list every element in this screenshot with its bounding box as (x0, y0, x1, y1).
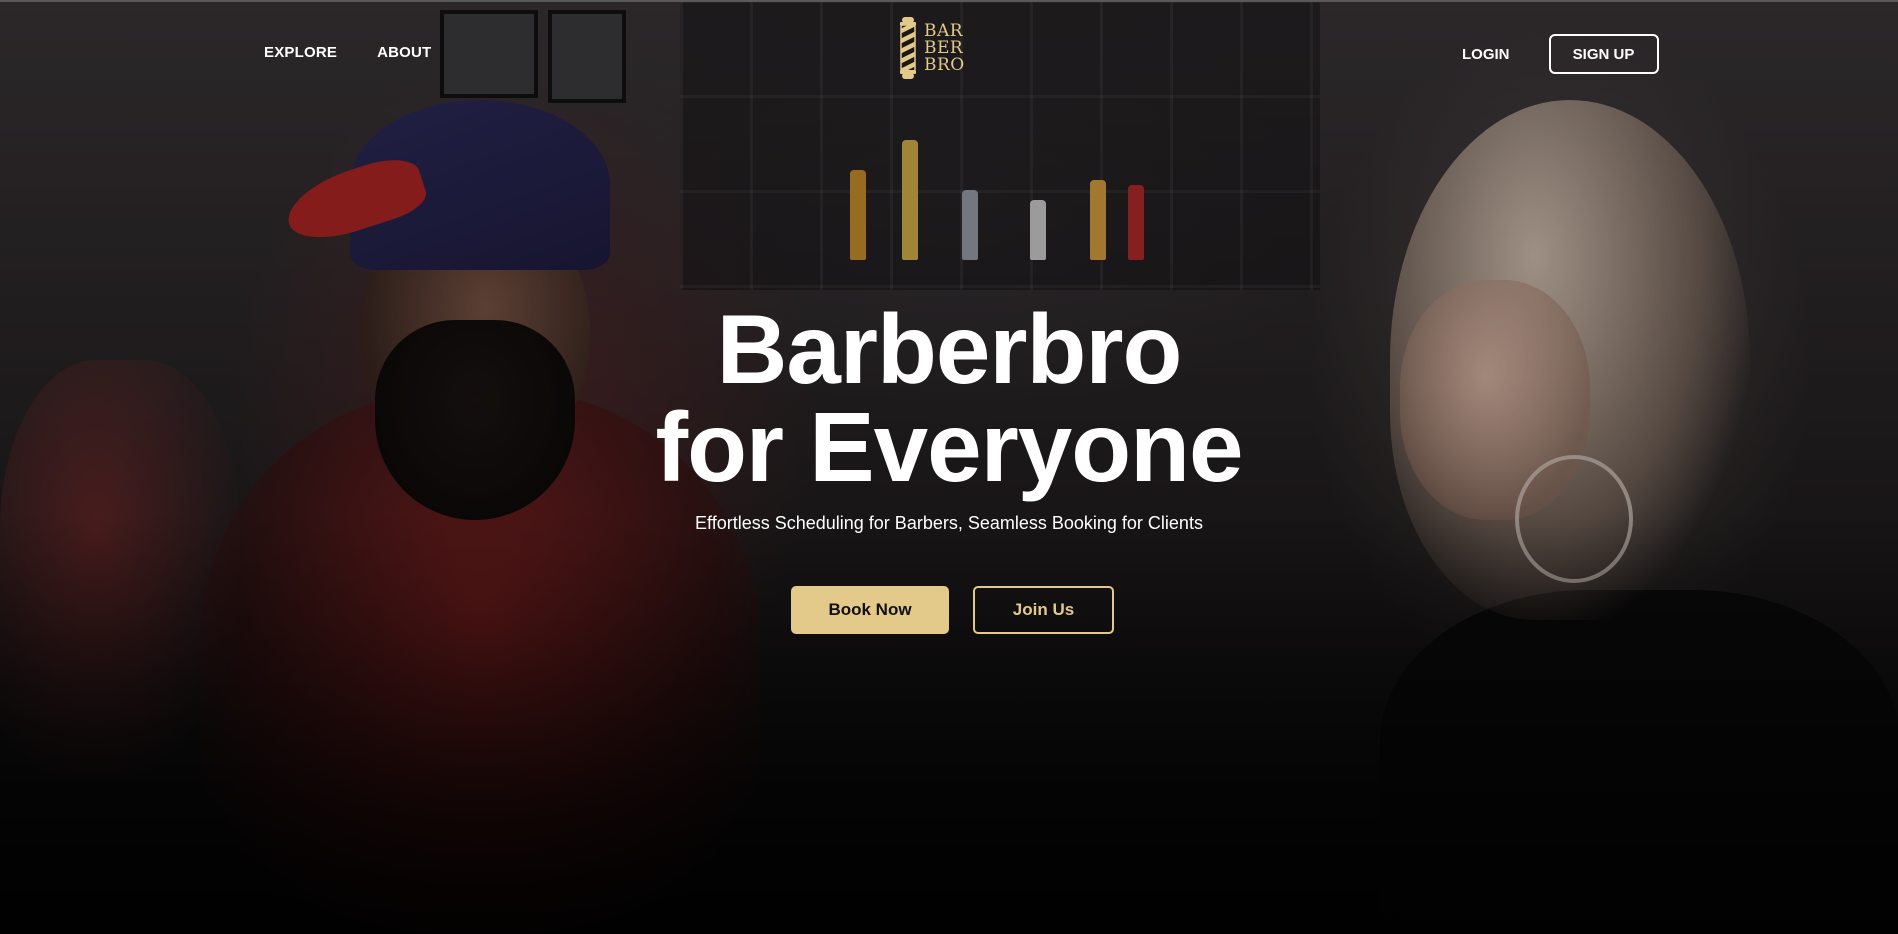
join-us-button[interactable]: Join Us (973, 586, 1114, 634)
primary-nav: EXPLORE ABOUT (264, 44, 431, 61)
book-now-button[interactable]: Book Now (791, 586, 949, 634)
headline-line-2: for Everyone (655, 392, 1243, 502)
login-link[interactable]: LOGIN (1462, 46, 1510, 63)
barber-pole-icon (898, 16, 918, 80)
nav-explore-link[interactable]: EXPLORE (264, 44, 337, 61)
hero-headline: Barberbro for Everyone (0, 300, 1898, 496)
logo-line-1: BAR (924, 20, 964, 41)
signup-button[interactable]: SIGN UP (1548, 34, 1659, 74)
cta-group: Book Now Join Us (791, 586, 1114, 634)
logo-wordmark: BAR BER BRO (924, 20, 965, 75)
account-nav: LOGIN SIGN UP (1462, 34, 1659, 74)
hero-section: EXPLORE ABOUT BAR BER BRO LOGIN SIGN UP … (0, 0, 1898, 934)
nav-about-link[interactable]: ABOUT (377, 44, 431, 61)
brand-logo[interactable]: BAR BER BRO (898, 16, 965, 80)
logo-line-3: BRO (924, 54, 965, 75)
top-border (0, 0, 1898, 2)
logo-line-2: BER (924, 37, 964, 58)
hero-subtitle: Effortless Scheduling for Barbers, Seaml… (695, 513, 1203, 533)
headline-line-1: Barberbro (716, 294, 1183, 404)
